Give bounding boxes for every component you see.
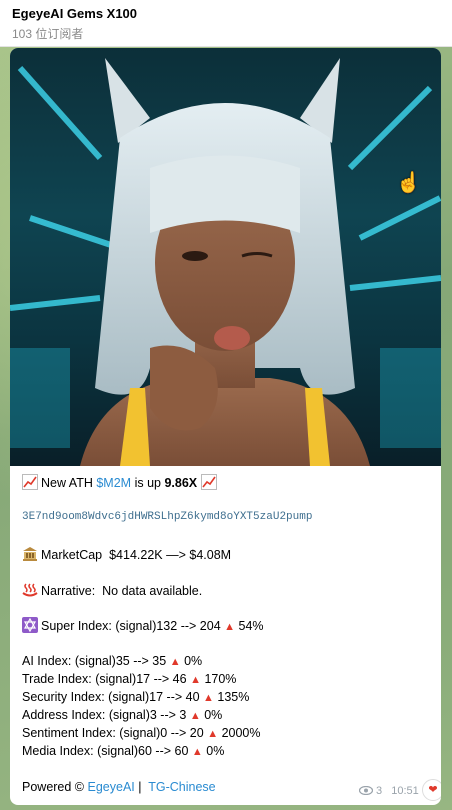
channel-title: EgeyeAI Gems X100 (12, 6, 138, 21)
index-row-media: Media Index: (signal)60 --> 60 ▲ 0% (22, 744, 224, 758)
red-triangle-up-icon: ▲ (189, 710, 201, 722)
index-pct: 0% (206, 744, 225, 758)
index-row-trade: Trade Index: (signal)17 --> 46 ▲ 170% (22, 672, 236, 686)
red-triangle-up-icon: ▲ (207, 728, 219, 740)
index-value: (signal)35 --> 35 (74, 654, 167, 668)
narrative-value: No data available. (102, 584, 203, 598)
index-value: (signal)17 --> 46 (95, 672, 187, 686)
index-value: (signal)60 --> 60 (97, 744, 189, 758)
index-label: Trade Index: (22, 672, 92, 686)
index-label: Security Index: (22, 690, 105, 704)
pointer-cursor-icon: ☝ (396, 172, 421, 194)
ath-multiplier: 9.86X (164, 476, 198, 490)
powered-line: Powered © EgeyeAI | TG-Chinese (22, 780, 216, 794)
index-pct: 2000% (221, 726, 261, 740)
separator: | (138, 780, 142, 794)
red-triangle-up-icon: ▲ (190, 674, 201, 686)
index-pct: 0% (204, 708, 223, 722)
red-triangle-up-icon: ▲ (224, 621, 236, 633)
index-pct: 135% (217, 690, 250, 704)
index-label: Address Index: (22, 708, 106, 722)
message-meta: 3 10:51 (358, 785, 431, 797)
bank-icon (22, 546, 38, 562)
index-row-security: Security Index: (signal)17 --> 40 ▲ 135% (22, 690, 249, 704)
ath-mid: is up (134, 476, 161, 490)
index-pct: 170% (204, 672, 237, 686)
red-triangle-up-icon: ▲ (169, 656, 181, 668)
index-label: Sentiment Index: (22, 726, 116, 740)
index-row-address: Address Index: (signal)3 --> 3 ▲ 0% (22, 708, 222, 722)
photo-illustration (10, 58, 441, 466)
tg-chinese-link[interactable]: TG-Chinese (148, 780, 215, 794)
view-count: 3 (375, 785, 383, 797)
index-pct: 0% (184, 654, 203, 668)
narrative-line: Narrative: No data available. (22, 582, 202, 598)
index-label: Media Index: (22, 744, 94, 758)
index-label: AI Index: (22, 654, 72, 668)
index-row-sentiment: Sentiment Index: (signal)0 --> 20 ▲ 2000… (22, 726, 261, 740)
marketcap-value: $414.22K —> $4.08M (109, 548, 232, 562)
egeyeai-link[interactable]: EgeyeAI (88, 780, 135, 794)
index-value: (signal)0 --> 20 (119, 726, 204, 740)
super-index-label: Super Index: (41, 619, 112, 633)
chart-increasing-icon (200, 474, 217, 490)
subscriber-count: 103 位订阅者 (12, 27, 84, 41)
message-bubble: ☝ New ATH $M2M is up 9.86X 3E7nd9oom8Wdv… (10, 48, 441, 805)
hot-springs-icon (22, 582, 38, 598)
message-time: 10:51 (391, 785, 419, 797)
marketcap-line: MarketCap $414.22K —> $4.08M (22, 546, 231, 562)
marketcap-label: MarketCap (41, 548, 103, 562)
red-triangle-up-icon: ▲ (191, 746, 203, 758)
super-index-value: (signal)132 --> 204 (115, 619, 221, 633)
channel-header[interactable]: EgeyeAI Gems X100 103 位订阅者 (0, 0, 452, 47)
powered-prefix: Powered © (22, 780, 85, 794)
contract-address[interactable]: 3E7nd9oom8Wdvc6jdHWRSLhpZ6kymd8oYXT5zaU2… (22, 511, 312, 523)
ath-line: New ATH $M2M is up 9.86X (22, 474, 220, 490)
eye-icon (358, 785, 376, 797)
message-photo[interactable]: ☝ (10, 48, 441, 466)
super-index-line: Super Index: (signal)132 --> 204 ▲ 54% (22, 617, 264, 633)
index-value: (signal)3 --> 3 (108, 708, 187, 722)
narrative-label: Narrative: (41, 584, 96, 598)
red-triangle-up-icon: ▲ (203, 692, 214, 704)
heart-reaction-icon[interactable]: ❤ (422, 779, 441, 801)
token-link[interactable]: $M2M (96, 476, 131, 490)
index-row-ai: AI Index: (signal)35 --> 35 ▲ 0% (22, 654, 202, 668)
index-value: (signal)17 --> 40 (108, 690, 200, 704)
star-of-david-icon (22, 617, 38, 633)
chart-increasing-icon (22, 474, 38, 490)
ath-prefix: New ATH (41, 476, 93, 490)
super-index-pct: 54% (238, 619, 264, 633)
